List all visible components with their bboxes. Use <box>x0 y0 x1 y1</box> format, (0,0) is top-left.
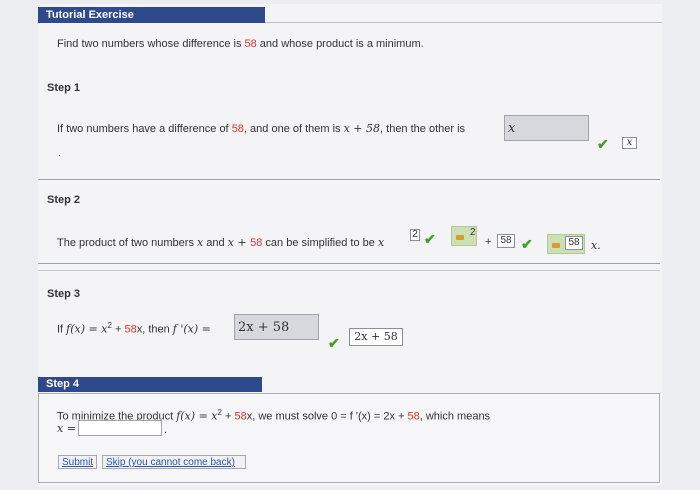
submit-button[interactable]: Submit <box>58 455 97 469</box>
checkmark-icon: ✔ <box>597 136 609 152</box>
step1-text: If two numbers have a difference of 58, … <box>57 122 466 135</box>
plus-sign: + <box>485 236 492 248</box>
coefficient-hint: 58 <box>565 236 583 250</box>
step3-text: If f(x) = x2 + 58x, then f '(x) = <box>57 321 211 336</box>
period: . <box>164 424 168 436</box>
step3-hint-box: 2x + 58 <box>349 328 403 346</box>
step3-answer-field[interactable]: 2x + 58 <box>234 314 319 340</box>
exponent-hint: 2 <box>470 227 476 238</box>
step4-label: Step 4 <box>38 377 262 392</box>
step2-divider <box>38 263 660 264</box>
title-divider <box>265 22 662 23</box>
step2-label: Step 2 <box>47 194 81 206</box>
step1-divider <box>38 179 660 180</box>
problem-statement: Find two numbers whose difference is 58 … <box>57 38 424 50</box>
step3-label: Step 3 <box>47 288 81 300</box>
coefficient-field[interactable]: 58 <box>497 234 515 248</box>
checkmark-icon: ✔ <box>521 236 533 252</box>
step1-label: Step 1 <box>47 82 81 94</box>
step2-divider-light <box>38 270 660 271</box>
step2-x-suffix: x. <box>591 239 601 252</box>
step2-text: The product of two numbers x and x + 58 … <box>57 236 385 249</box>
exponent-field[interactable]: 2 <box>410 229 420 241</box>
tutorial-title: Tutorial Exercise <box>38 7 265 23</box>
checkmark-icon: ✔ <box>424 231 436 247</box>
x-answer-input[interactable] <box>78 420 162 436</box>
step1-answer-field[interactable]: x <box>504 115 589 141</box>
step1-dot: · <box>58 150 61 160</box>
step1-hint-box: x <box>622 137 637 149</box>
skip-button[interactable]: Skip (you cannot come back) <box>102 455 246 469</box>
x-equals-label: x = <box>57 422 76 435</box>
step4-panel <box>38 393 660 483</box>
checkmark-icon: ✔ <box>328 335 340 351</box>
